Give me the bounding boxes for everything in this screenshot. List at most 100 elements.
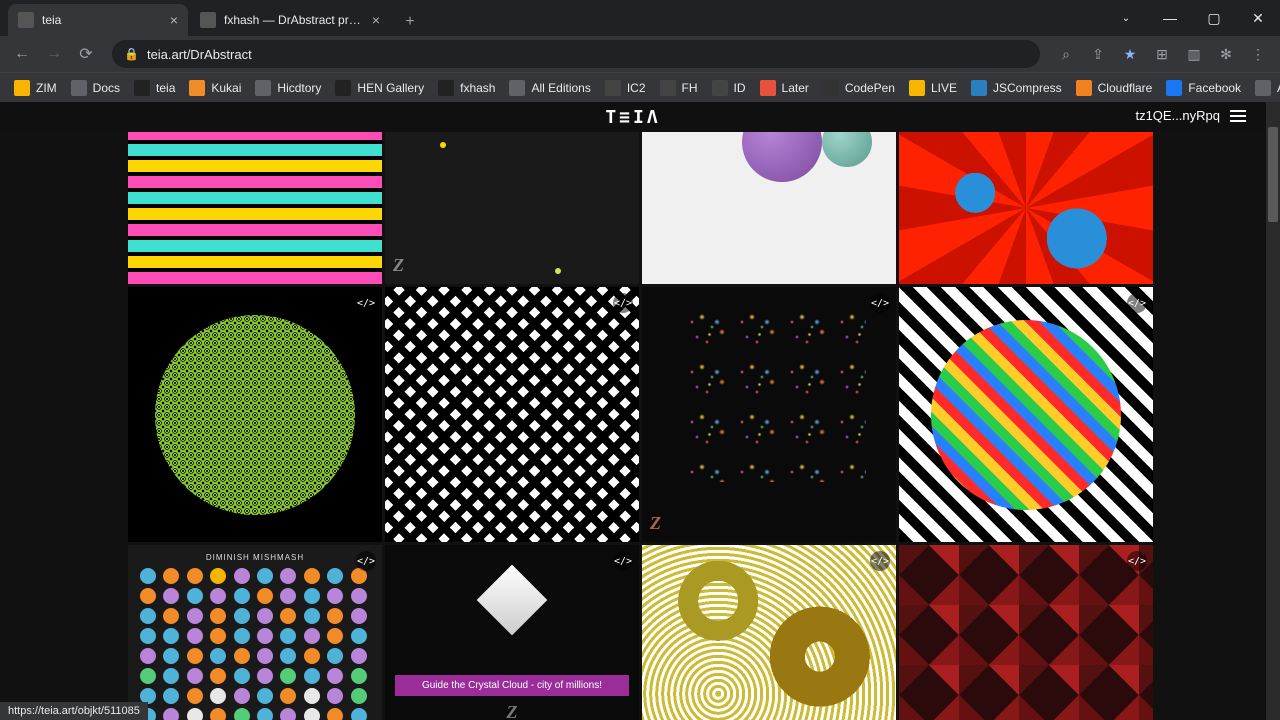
dot-icon: [304, 588, 320, 604]
artwork-tile[interactable]: </>: [385, 287, 639, 542]
artwork-tile[interactable]: </> Z: [642, 287, 896, 542]
dot-icon: [163, 648, 179, 664]
bookmark-item[interactable]: FH: [654, 76, 704, 100]
minimize-button[interactable]: —: [1148, 0, 1192, 36]
artwork-tile[interactable]: </> DIMINISH MISHMASH: [128, 545, 382, 720]
extension-swirl-icon[interactable]: ✻: [1212, 40, 1240, 68]
bookmark-label: All Editions: [531, 81, 590, 95]
code-badge-icon[interactable]: </>: [1127, 293, 1147, 313]
bookmark-item[interactable]: JSCompress: [965, 76, 1068, 100]
close-window-button[interactable]: ✕: [1236, 0, 1280, 36]
site-logo[interactable]: T≡IΛ: [605, 107, 660, 128]
bookmark-item[interactable]: fxhash: [432, 76, 501, 100]
dot-icon: [187, 668, 203, 684]
artwork-tile[interactable]: [899, 132, 1153, 284]
artwork-tile[interactable]: </>: [899, 287, 1153, 542]
dot-icon: [210, 588, 226, 604]
dot-icon: [327, 608, 343, 624]
artwork-tile[interactable]: Z: [385, 132, 639, 284]
bookmark-item[interactable]: IC2: [599, 76, 652, 100]
dot-icon: [351, 708, 367, 720]
bookmark-item[interactable]: CodePen: [817, 76, 901, 100]
bookmark-item[interactable]: HEN Gallery: [329, 76, 430, 100]
forward-button[interactable]: →: [40, 40, 68, 68]
wallet-address[interactable]: tz1QE...nyRpq: [1135, 108, 1220, 123]
vertical-scrollbar[interactable]: [1266, 102, 1280, 720]
artwork-tile[interactable]: </>: [899, 545, 1153, 720]
bookmark-item[interactable]: All Editions: [503, 76, 596, 100]
dot-icon: [187, 628, 203, 644]
maximize-button[interactable]: ▢: [1192, 0, 1236, 36]
lock-icon: 🔒: [124, 47, 139, 61]
address-bar[interactable]: 🔒 teia.art/DrAbstract: [112, 40, 1040, 68]
bookmark-item[interactable]: teia: [128, 76, 181, 100]
bookmark-item[interactable]: ZIM: [8, 76, 63, 100]
menu-icon[interactable]: ⋮: [1244, 40, 1272, 68]
code-badge-icon[interactable]: </>: [613, 551, 633, 571]
dot-icon: [140, 588, 156, 604]
bookmark-item[interactable]: Docs: [65, 76, 126, 100]
dot-icon: [187, 708, 203, 720]
artwork-tile[interactable]: </> Guide the Crystal Cloud - city of mi…: [385, 545, 639, 720]
dot-icon: [280, 628, 296, 644]
artwork-tile[interactable]: </>: [642, 545, 896, 720]
bookmark-item[interactable]: Later: [754, 76, 815, 100]
bookmark-item[interactable]: LIVE: [903, 76, 963, 100]
dot-icon: [327, 648, 343, 664]
extensions-icon[interactable]: ⊞: [1148, 40, 1176, 68]
dot-icon: [234, 708, 250, 720]
dot-icon: [351, 628, 367, 644]
scrollbar-thumb[interactable]: [1268, 127, 1278, 222]
dot-icon: [327, 628, 343, 644]
account-area: tz1QE...nyRpq: [1135, 108, 1246, 123]
dot-icon: [257, 608, 273, 624]
back-button[interactable]: ←: [8, 40, 36, 68]
code-badge-icon[interactable]: </>: [356, 551, 376, 571]
bookmark-item[interactable]: Kukai: [183, 76, 247, 100]
bookmark-label: Hicdtory: [277, 81, 321, 95]
tab-dropdown-icon[interactable]: ⌄: [1104, 0, 1148, 36]
close-icon[interactable]: ×: [372, 12, 380, 28]
bookmark-star-icon[interactable]: ★: [1116, 40, 1144, 68]
dot-icon: [234, 668, 250, 684]
tab-inactive[interactable]: fxhash — DrAbstract profile ×: [190, 4, 390, 36]
artwork-tile[interactable]: [128, 132, 382, 284]
new-tab-button[interactable]: +: [396, 8, 424, 36]
dot-icon: [351, 648, 367, 664]
favicon: [18, 12, 34, 28]
site-header: T≡IΛ tz1QE...nyRpq: [0, 102, 1266, 132]
dot-icon: [280, 688, 296, 704]
dot-icon: [257, 648, 273, 664]
dot-icon: [234, 568, 250, 584]
artwork-tile[interactable]: </>: [128, 287, 382, 542]
code-badge-icon[interactable]: </>: [870, 293, 890, 313]
dot-icon: [163, 708, 179, 720]
close-icon[interactable]: ×: [170, 12, 178, 28]
dot-icon: [257, 568, 273, 584]
artwork-tile[interactable]: [642, 132, 896, 284]
tab-active[interactable]: teia ×: [8, 4, 188, 36]
bookmark-favicon: [1166, 80, 1182, 96]
search-icon[interactable]: ⌕: [1052, 40, 1080, 68]
bookmark-favicon: [509, 80, 525, 96]
code-badge-icon[interactable]: </>: [613, 293, 633, 313]
bookmark-item[interactable]: ID: [706, 76, 752, 100]
dot-icon: [280, 668, 296, 684]
dot-icon: [210, 648, 226, 664]
code-badge-icon[interactable]: </>: [870, 551, 890, 571]
share-icon[interactable]: ⇪: [1084, 40, 1112, 68]
sidepanel-icon[interactable]: ▥: [1180, 40, 1208, 68]
bookmark-item[interactable]: AltspaceVR: [1249, 76, 1280, 100]
menu-burger-icon[interactable]: [1230, 110, 1246, 122]
bookmark-item[interactable]: Hicdtory: [249, 76, 327, 100]
bookmark-favicon: [1076, 80, 1092, 96]
reload-button[interactable]: ⟳: [72, 40, 100, 68]
dot-icon: [304, 608, 320, 624]
browser-toolbar: ← → ⟳ 🔒 teia.art/DrAbstract ⌕ ⇪ ★ ⊞ ▥ ✻ …: [0, 36, 1280, 72]
artwork-grid: Z </> </> </> Z </> </> DIMINISH MISHMAS…: [128, 132, 1138, 720]
code-badge-icon[interactable]: </>: [356, 293, 376, 313]
bookmark-item[interactable]: Facebook: [1160, 76, 1247, 100]
dot-icon: [280, 568, 296, 584]
bookmark-item[interactable]: Cloudflare: [1070, 76, 1159, 100]
code-badge-icon[interactable]: </>: [1127, 551, 1147, 571]
